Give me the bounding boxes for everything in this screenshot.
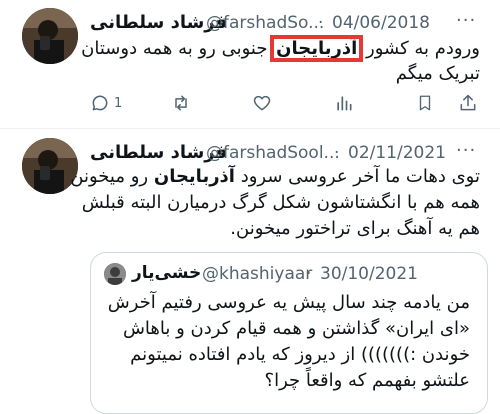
more-icon[interactable]: ··· — [456, 10, 476, 31]
avatar-photo — [22, 8, 78, 64]
author-handle[interactable]: @farshadSool... — [206, 143, 340, 163]
tweet-text-segment: جنوبی رو به همه دوستان — [81, 38, 274, 59]
highlighted-word: آذربایجان — [270, 35, 364, 62]
bookmark-button[interactable] — [416, 92, 434, 114]
share-button[interactable] — [458, 92, 478, 114]
quoted-text-line: خوندن :))))))) از دیروز که یادم افتاده ن… — [130, 344, 470, 365]
more-icon[interactable]: ··· — [456, 140, 476, 161]
author-handle[interactable]: @farshadSo... — [206, 13, 324, 33]
share-icon — [460, 94, 476, 111]
tweet-text-line: هم یه آهنگ برای تراختور میخونن. — [230, 218, 480, 239]
quoted-text-line: من یادمه چند سال پیش یه عروسی رفتیم آخرش — [107, 292, 470, 313]
like-button[interactable] — [252, 92, 272, 114]
tweet-text-line: توی دهات ما آخر عروسی سرود آذربایجان رو … — [70, 164, 480, 190]
avatar[interactable] — [22, 8, 78, 64]
avatar-photo — [104, 263, 126, 285]
reply-button[interactable]: 1 — [90, 92, 122, 114]
bold-word: آذربایجان — [153, 166, 235, 187]
tweet-divider — [0, 128, 500, 129]
quoted-tweet-date[interactable]: 30/10/2021 — [320, 264, 418, 284]
quoted-author-name[interactable]: خشی‌یار — [132, 263, 201, 283]
tweet-text-segment: رو میخونن — [70, 166, 154, 187]
bookmark-icon — [419, 95, 431, 111]
tweet-text-segment: ورودم به کشور — [360, 38, 480, 59]
reply-icon — [92, 95, 108, 111]
retweet-button[interactable] — [170, 92, 192, 114]
separator-dot: · — [306, 264, 312, 284]
tweet-text-line: ورودم به کشور آذربایجان جنوبی رو به همه … — [81, 35, 480, 62]
retweet-icon — [175, 95, 187, 111]
quoted-text-line: «ای ایران» گذاشتن و همه قیام کردن و باها… — [122, 318, 470, 339]
quoted-avatar[interactable] — [104, 263, 126, 285]
separator-dot: · — [334, 143, 340, 163]
tweet-date[interactable]: 02/11/2021 — [348, 143, 446, 163]
tweet-text-line: تبریک میگم — [395, 63, 480, 84]
tweet-date[interactable]: 04/06/2018 — [332, 13, 430, 33]
reply-count: 1 — [114, 95, 123, 111]
views-button[interactable] — [334, 92, 354, 114]
tweet-text-line: همه هم با انگشتاشون شکل گرگ درمیارن البت… — [81, 192, 480, 213]
like-icon — [253, 95, 271, 111]
quoted-author-handle[interactable]: @khashiyaar — [202, 264, 312, 284]
tweet-actions: 1 — [90, 92, 490, 114]
quoted-text-line: علتشو بفهمم که واقعاً چرا؟ — [264, 370, 470, 391]
tweet-text-segment: توی دهات ما آخر عروسی سرود — [234, 166, 480, 187]
views-icon — [337, 96, 352, 111]
separator-dot: · — [318, 13, 324, 33]
